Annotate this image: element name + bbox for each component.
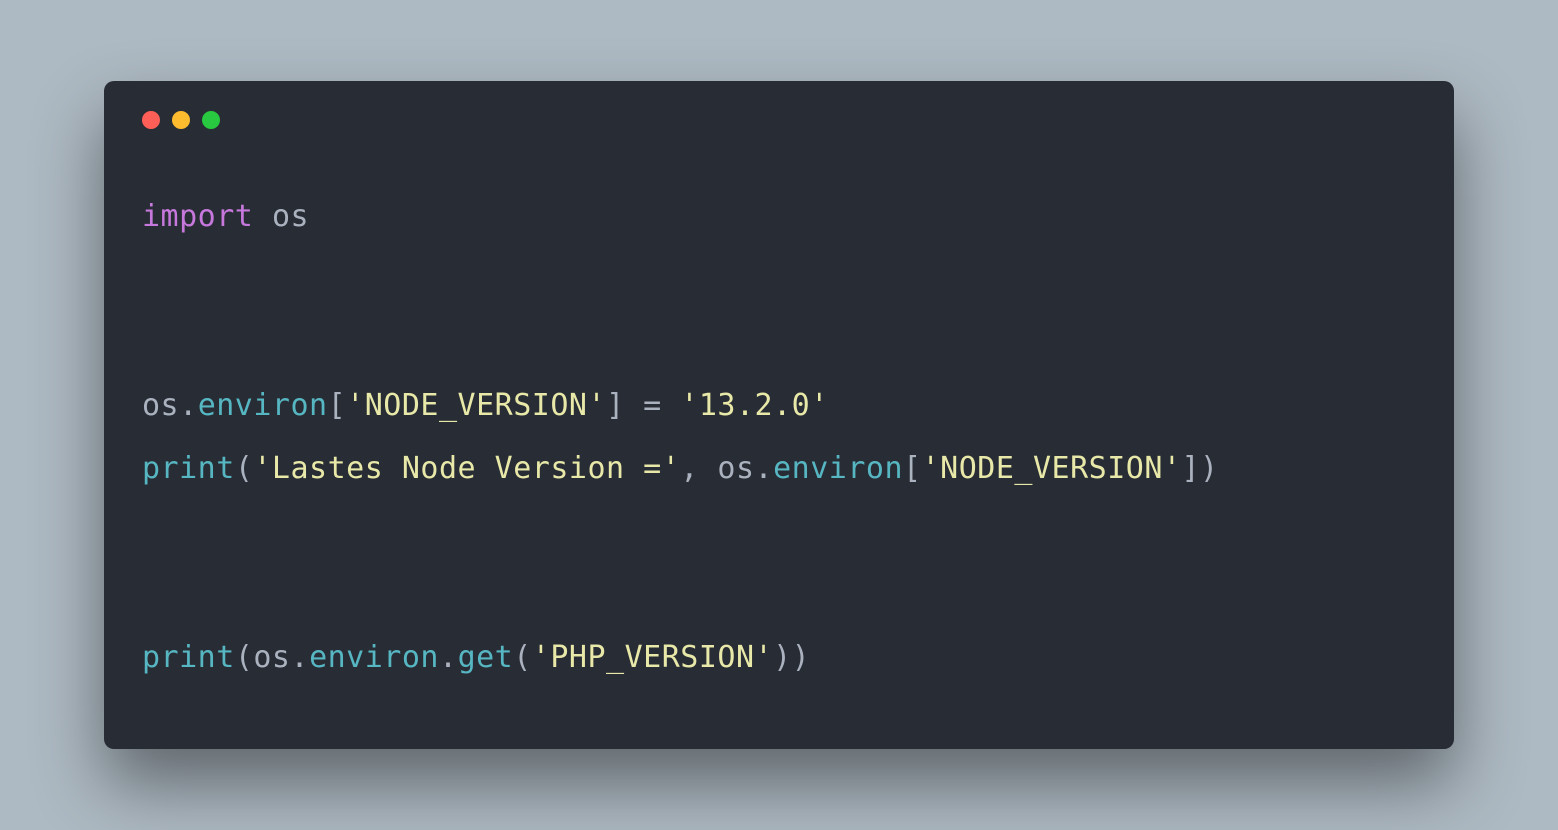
- bracket: [: [903, 451, 922, 486]
- fn-print: print: [142, 451, 235, 486]
- attr-environ: environ: [773, 451, 903, 486]
- code-block: import os os.environ['NODE_VERSION'] = '…: [142, 185, 1416, 689]
- paren: (: [513, 640, 532, 675]
- dot: .: [439, 640, 458, 675]
- paren: (: [235, 451, 254, 486]
- string-node-version-key: 'NODE_VERSION': [346, 388, 606, 423]
- close-parens: )): [773, 640, 810, 675]
- identifier: os.: [142, 388, 198, 423]
- string-message: 'Lastes Node Version =': [253, 451, 680, 486]
- fn-get: get: [458, 640, 514, 675]
- window-controls: [142, 111, 1416, 129]
- string-php-version-key: 'PHP_VERSION': [532, 640, 773, 675]
- bracket-assign: ] =: [606, 388, 680, 423]
- attr-environ: environ: [309, 640, 439, 675]
- paren-os: (os.: [235, 640, 309, 675]
- fn-print: print: [142, 640, 235, 675]
- maximize-icon[interactable]: [202, 111, 220, 129]
- bracket: [: [328, 388, 347, 423]
- module-os: os: [272, 199, 309, 234]
- keyword-import: import: [142, 199, 253, 234]
- close-brackets: ]): [1181, 451, 1218, 486]
- close-icon[interactable]: [142, 111, 160, 129]
- string-version-value: '13.2.0': [680, 388, 829, 423]
- attr-environ: environ: [198, 388, 328, 423]
- code-window: import os os.environ['NODE_VERSION'] = '…: [104, 81, 1454, 749]
- comma-os: , os.: [680, 451, 773, 486]
- string-node-version-key: 'NODE_VERSION': [922, 451, 1182, 486]
- minimize-icon[interactable]: [172, 111, 190, 129]
